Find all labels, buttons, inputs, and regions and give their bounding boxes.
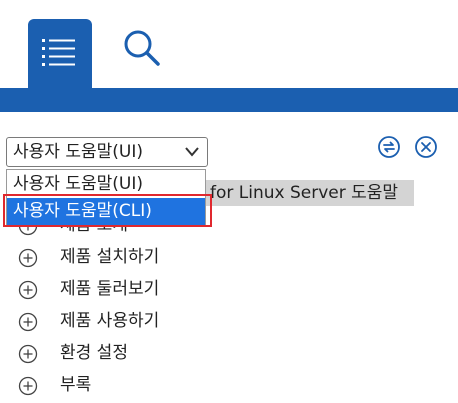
search-icon — [124, 30, 160, 66]
expand-icon[interactable] — [18, 344, 38, 364]
expand-icon[interactable] — [18, 248, 38, 268]
tree-item-label: 제품 사용하기 — [60, 311, 160, 331]
tree-item[interactable]: 제품 사용하기 — [18, 306, 278, 336]
expand-icon[interactable] — [18, 376, 38, 396]
tab-search[interactable] — [120, 26, 164, 70]
list-icon — [42, 39, 75, 66]
tree-item-label: 제품 설치하기 — [60, 247, 160, 267]
close-button[interactable] — [414, 135, 438, 159]
sync-icon — [378, 136, 400, 158]
tree-item-label: 부록 — [60, 375, 92, 395]
tree-item[interactable]: 환경 설정 — [18, 338, 278, 368]
tree-item[interactable]: 부록 — [18, 370, 278, 400]
header-bar — [0, 88, 458, 112]
sync-button[interactable] — [377, 135, 401, 159]
tree-item-label: 제품 둘러보기 — [60, 279, 160, 299]
tree-item-label: 환경 설정 — [60, 343, 128, 363]
tab-contents[interactable] — [28, 19, 92, 88]
document-title[interactable]: for Linux Server 도움말 — [190, 180, 414, 206]
tree-item[interactable]: 제품 둘러보기 — [18, 274, 278, 304]
help-type-select-value: 사용자 도움말(UI) — [13, 142, 143, 162]
close-icon — [415, 136, 437, 158]
tree-item[interactable]: 제품 설치하기 — [18, 242, 278, 272]
top-tab-bar — [0, 0, 458, 88]
expand-icon[interactable] — [18, 312, 38, 332]
help-type-select[interactable]: 사용자 도움말(UI) — [6, 137, 208, 167]
expand-icon[interactable] — [18, 280, 38, 300]
chevron-down-icon — [185, 147, 199, 157]
highlight-frame — [3, 194, 212, 227]
